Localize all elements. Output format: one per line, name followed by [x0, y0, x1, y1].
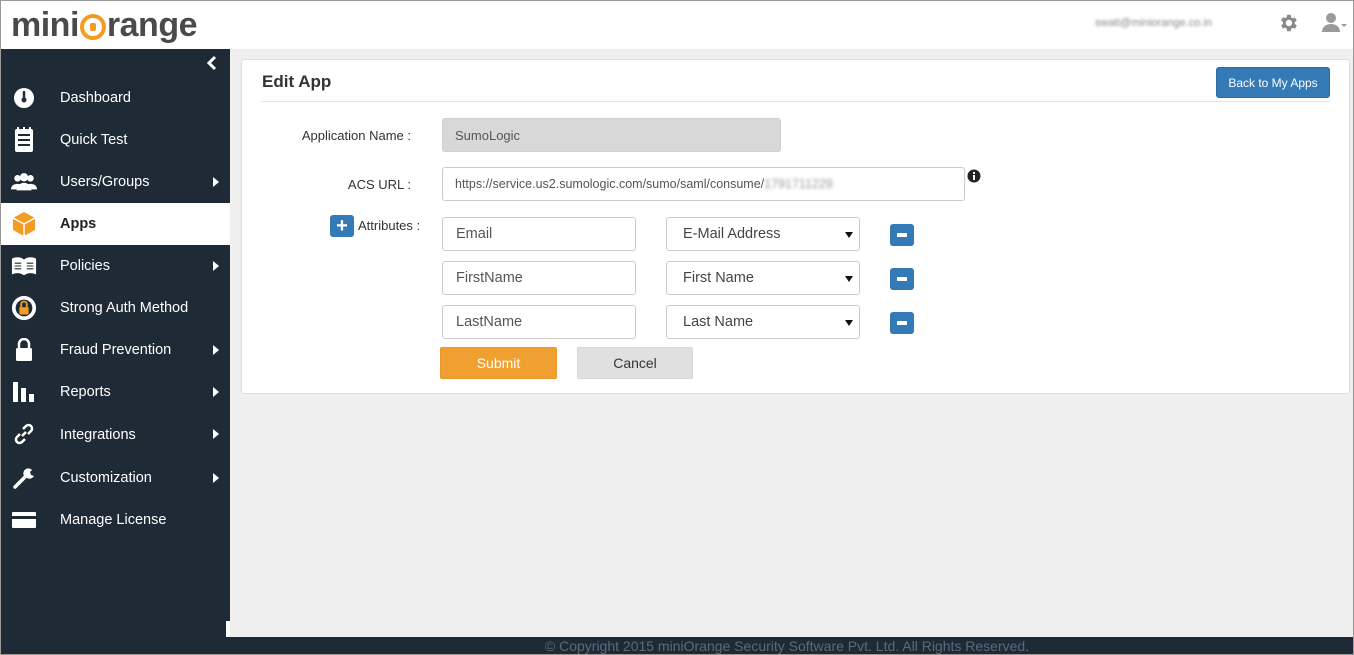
app-window: mini range swati@miniorange.co.in Dashboa… — [0, 0, 1354, 655]
sidebar-item-reports[interactable]: Reports — [1, 371, 230, 413]
sidebar-item-manage-license[interactable]: Manage License — [1, 499, 230, 541]
sidebar-item-policies[interactable]: Policies — [1, 245, 230, 287]
submenu-arrow-icon — [213, 261, 219, 271]
gear-icon[interactable] — [1277, 12, 1299, 34]
submenu-arrow-icon — [213, 177, 219, 187]
sidebar-item-label: Policies — [60, 258, 110, 274]
divider — [261, 101, 1330, 102]
edit-app-panel: Edit App Back to My Apps Application Nam… — [241, 59, 1350, 394]
submenu-arrow-icon — [213, 429, 219, 439]
sidebar-item-strong-auth[interactable]: Strong Auth Method — [1, 287, 230, 329]
submenu-arrow-icon — [213, 473, 219, 483]
page-title: Edit App — [262, 72, 332, 91]
attribute-mapping-select[interactable]: Last Name — [666, 305, 860, 339]
sidebar-item-label: Integrations — [60, 427, 136, 443]
sidebar-item-label: Customization — [60, 470, 152, 486]
sidebar-item-users-groups[interactable]: Users/Groups — [1, 161, 230, 203]
sidebar-nav: Dashboard Quick Test Users/Groups Apps P… — [1, 77, 230, 541]
attribute-name-input[interactable]: Email — [442, 217, 636, 251]
attributes-label: Attributes : — [358, 218, 421, 233]
sidebar-item-label: Quick Test — [60, 132, 128, 148]
user-email: swati@miniorange.co.in — [1095, 17, 1212, 29]
dropdown-caret-icon — [845, 276, 853, 282]
attribute-mapping-value: Last Name — [683, 314, 754, 330]
strong-auth-icon — [11, 295, 37, 321]
acs-url-hidden-suffix: 1791711229 — [764, 177, 833, 191]
sidebar-item-label: Users/Groups — [60, 174, 150, 190]
acs-url-value: https://service.us2.sumologic.com/sumo/s… — [455, 177, 765, 191]
sidebar-item-label: Reports — [60, 384, 111, 400]
app-name-label: Application Name : — [301, 128, 411, 143]
sidebar-item-label: Strong Auth Method — [60, 300, 189, 316]
attribute-name-input[interactable]: FirstName — [442, 261, 636, 295]
info-icon[interactable] — [967, 169, 981, 183]
dropdown-caret-icon — [845, 232, 853, 238]
sidebar-item-apps[interactable]: Apps — [1, 203, 230, 245]
sidebar-item-customization[interactable]: Customization — [1, 457, 230, 499]
main-content: Edit App Back to My Apps Application Nam… — [230, 49, 1353, 637]
remove-attribute-button[interactable] — [890, 312, 914, 334]
back-to-my-apps-button[interactable]: Back to My Apps — [1216, 67, 1330, 98]
submenu-arrow-icon — [213, 387, 219, 397]
card-icon — [11, 508, 37, 532]
sidebar-item-integrations[interactable]: Integrations — [1, 413, 230, 457]
miniorange-logo[interactable]: mini range — [11, 3, 198, 47]
sidebar-item-label: Dashboard — [60, 90, 131, 106]
attribute-mapping-select[interactable]: E-Mail Address — [666, 217, 860, 251]
add-attribute-button[interactable]: + — [330, 215, 354, 237]
logo-o-lock-icon — [79, 14, 106, 40]
users-icon — [11, 170, 37, 194]
attribute-mapping-value: First Name — [683, 270, 754, 286]
logo-text-left: mini — [11, 5, 79, 44]
submenu-arrow-icon — [213, 345, 219, 355]
attribute-name-input[interactable]: LastName — [442, 305, 636, 339]
remove-attribute-button[interactable] — [890, 224, 914, 246]
top-header: mini range swati@miniorange.co.in — [1, 1, 1353, 49]
copyright-text: © Copyright 2015 miniOrange Security Sof… — [544, 638, 1030, 654]
quick-test-icon — [11, 127, 37, 152]
remove-attribute-button[interactable] — [890, 268, 914, 290]
attribute-mapping-select[interactable]: First Name — [666, 261, 860, 295]
app-name-field: SumoLogic — [442, 118, 781, 152]
acs-url-field[interactable]: https://service.us2.sumologic.com/sumo/s… — [442, 167, 965, 201]
sidebar-item-quick-test[interactable]: Quick Test — [1, 119, 230, 161]
cancel-button[interactable]: Cancel — [577, 347, 693, 379]
lock-icon — [11, 338, 37, 362]
dashboard-icon — [11, 86, 37, 110]
apps-cube-icon — [11, 212, 37, 236]
sidebar-item-label: Manage License — [60, 512, 167, 528]
collapse-sidebar-icon[interactable] — [205, 55, 219, 71]
link-icon — [11, 422, 37, 446]
sidebar-item-dashboard[interactable]: Dashboard — [1, 77, 230, 119]
book-icon — [11, 254, 37, 278]
sidebar-item-fraud-prevention[interactable]: Fraud Prevention — [1, 329, 230, 371]
sidebar-item-label: Fraud Prevention — [60, 342, 172, 358]
wrench-icon — [11, 466, 37, 490]
logo-text-right: range — [106, 5, 198, 44]
bar-chart-icon — [11, 380, 37, 404]
sidebar: Dashboard Quick Test Users/Groups Apps P… — [1, 49, 230, 637]
attribute-mapping-value: E-Mail Address — [683, 226, 781, 242]
submit-button[interactable]: Submit — [440, 347, 557, 379]
acs-url-label: ACS URL : — [347, 177, 411, 192]
sidebar-item-label: Apps — [60, 216, 97, 232]
dropdown-caret-icon — [845, 320, 853, 326]
user-menu-icon[interactable] — [1321, 11, 1347, 35]
footer: © Copyright 2015 miniOrange Security Sof… — [1, 637, 1353, 654]
